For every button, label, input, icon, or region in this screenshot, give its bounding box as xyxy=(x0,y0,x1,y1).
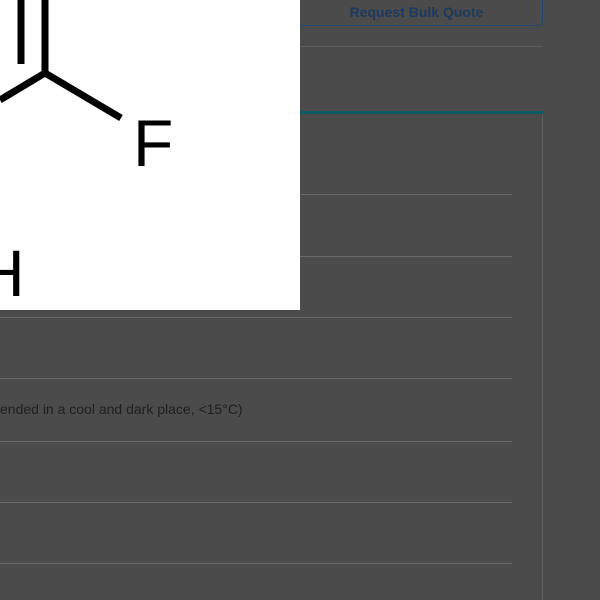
panel-border xyxy=(542,114,543,600)
table-row-value: ended in a cool and dark place, <15°C) xyxy=(0,401,243,417)
table-row-divider xyxy=(0,563,512,564)
chemical-structure-image: F H xyxy=(0,0,300,310)
divider xyxy=(300,46,542,47)
table-row-divider xyxy=(0,378,512,379)
molecule-drawing: F H xyxy=(0,0,173,310)
single-bond-line xyxy=(0,69,47,104)
fluorine-label: F xyxy=(133,106,173,180)
single-bond-line xyxy=(43,69,123,122)
active-tab-indicator xyxy=(300,111,543,114)
hydrogen-label: H xyxy=(0,236,25,310)
table-row-divider xyxy=(0,317,512,318)
table-row-divider xyxy=(0,441,512,442)
request-bulk-quote-button[interactable]: Request Bulk Quote xyxy=(290,0,543,26)
table-row-divider xyxy=(0,502,512,503)
